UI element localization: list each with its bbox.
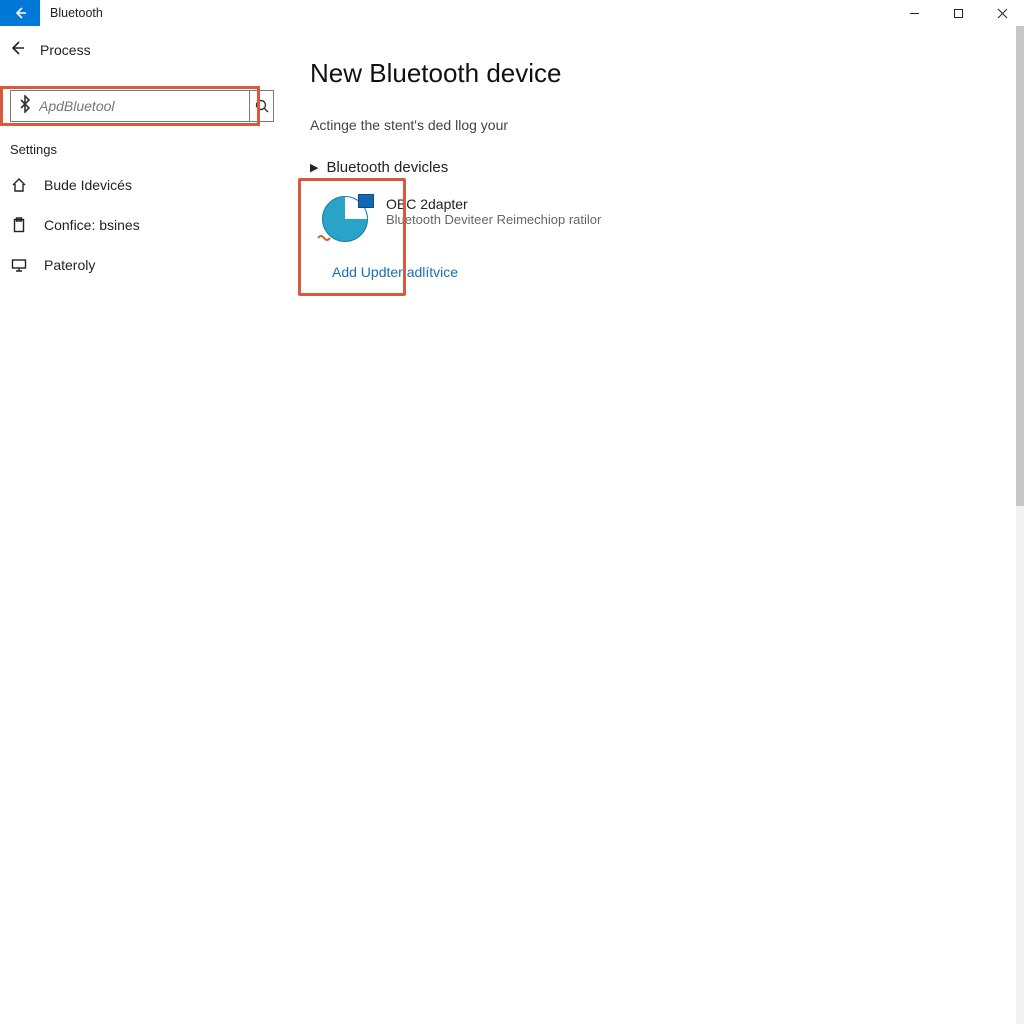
process-back-row[interactable]: Process [0,26,280,74]
page-title: New Bluetooth device [310,58,1024,89]
sidebar-item-2[interactable]: Pateroly [0,245,280,285]
device-icon [320,196,370,242]
sidebar-item-label: Confice: bsines [44,217,140,233]
main-content: New Bluetooth device Actinge the stent's… [280,26,1024,1024]
device-name: OBC 2dapter [386,196,601,212]
maximize-button[interactable] [936,0,980,26]
monitor-icon [10,257,28,273]
device-block: OBC 2dapter Bluetooth Deviteer Reimechio… [310,190,1024,290]
window-title: Bluetooth [40,0,103,26]
search-field-wrap [10,90,250,122]
scrollbar-thumb[interactable] [1016,26,1024,506]
sidebar-item-0[interactable]: Bude Idevicés [0,165,280,205]
sidebar: Process Settings Bude Idevicés [0,26,280,1024]
bluetooth-icon [11,95,39,118]
titlebar-back-button[interactable] [0,0,40,26]
search-container [0,86,280,126]
close-button[interactable] [980,0,1024,26]
add-device-link[interactable]: Add Updter adlítvice [320,264,1024,280]
titlebar: Bluetooth [0,0,1024,26]
scrollbar-track[interactable] [1016,26,1024,1024]
minimize-icon [909,8,920,19]
section-header[interactable]: ▶ Bluetooth devicles [310,159,1024,176]
maximize-icon [953,8,964,19]
sidebar-item-label: Bude Idevicés [44,177,132,193]
clipboard-icon [10,217,28,233]
settings-heading: Settings [0,126,280,165]
search-icon [255,99,269,113]
device-description: Bluetooth Deviteer Reimechiop ratilor [386,212,601,229]
page-subtitle: Actinge the stent's ded llog your [310,117,1024,133]
sidebar-item-1[interactable]: Confice: bsines [0,205,280,245]
close-icon [997,8,1008,19]
sidebar-item-label: Pateroly [44,257,95,273]
arrow-left-icon [8,39,26,62]
minimize-button[interactable] [892,0,936,26]
search-input[interactable] [39,98,249,114]
link-badge-icon [316,232,332,244]
search-button[interactable] [250,90,274,122]
disclosure-triangle-icon: ▶ [310,161,318,174]
device-row[interactable]: OBC 2dapter Bluetooth Deviteer Reimechio… [320,196,1024,242]
arrow-left-icon [12,5,28,21]
home-icon [10,177,28,193]
section-title: Bluetooth devicles [326,159,448,176]
process-label: Process [40,42,91,58]
